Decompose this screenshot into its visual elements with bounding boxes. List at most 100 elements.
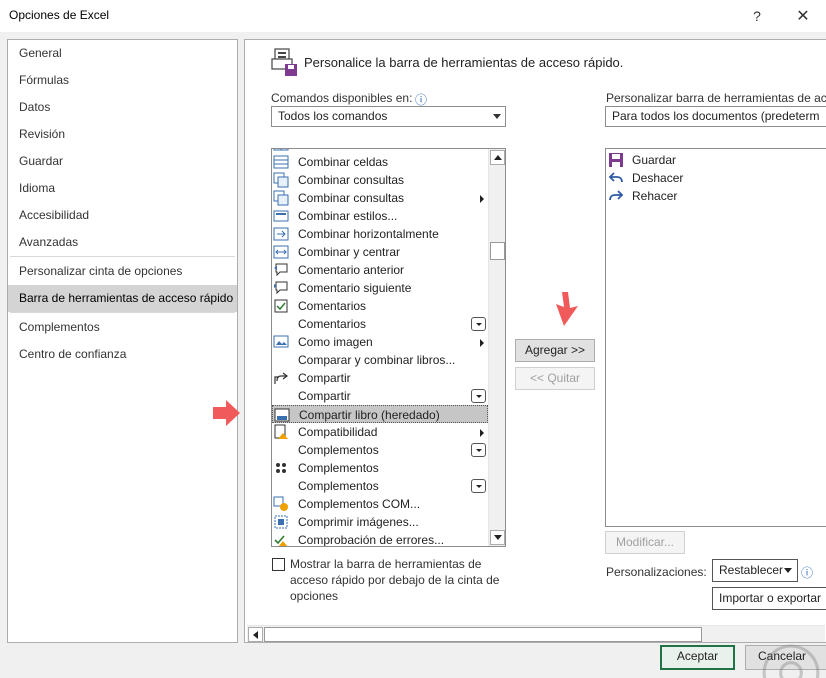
help-button[interactable]: ? bbox=[734, 0, 780, 31]
command-item[interactable]: Comentarios bbox=[272, 297, 488, 315]
chevron-down-icon bbox=[493, 114, 501, 119]
command-label: Combinar estilos... bbox=[298, 209, 398, 223]
customize-qat-select[interactable]: Para todos los documentos (predeterm bbox=[605, 106, 826, 127]
scroll-down-icon[interactable] bbox=[490, 530, 505, 545]
undo-icon bbox=[608, 172, 623, 183]
command-label: Compatibilidad bbox=[298, 425, 378, 439]
sidebar-item-5[interactable]: Idioma bbox=[8, 175, 237, 202]
scroll-up-icon[interactable] bbox=[490, 150, 505, 165]
add-button[interactable]: Agregar >> bbox=[515, 339, 595, 362]
qat-item[interactable]: Deshacer bbox=[606, 169, 806, 187]
commands-from-value: Todos los comandos bbox=[278, 109, 388, 123]
title-bar: Opciones de Excel ? ✕ bbox=[0, 0, 826, 32]
watermark-logo bbox=[762, 644, 820, 678]
sidebar-item-10[interactable]: Complementos bbox=[8, 314, 237, 341]
command-label: Comentarios bbox=[298, 317, 367, 331]
h-scroll-thumb[interactable] bbox=[264, 627, 702, 642]
sidebar-item-11[interactable]: Centro de confianza bbox=[8, 341, 237, 368]
ok-button[interactable]: Aceptar bbox=[660, 645, 735, 670]
merge-queries-icon bbox=[273, 172, 289, 188]
command-item[interactable]: Comparar y combinar libros... bbox=[272, 351, 488, 369]
command-item[interactable]: Complementos bbox=[272, 441, 488, 459]
command-item[interactable]: Combinar celdas bbox=[272, 153, 488, 171]
options-window: General Fórmulas Datos Revisión Guardar Idiom… bbox=[0, 32, 826, 678]
sidebar-item-9[interactable]: Barra de herramientas de acceso rápido bbox=[8, 285, 237, 312]
comments-icon bbox=[274, 299, 288, 313]
command-label: Comentario siguiente bbox=[298, 281, 412, 295]
close-button[interactable]: ✕ bbox=[780, 0, 826, 31]
customizations-label: Personalizaciones: bbox=[606, 565, 707, 579]
options-sidebar: General Fórmulas Datos Revisión Guardar Idiom… bbox=[7, 39, 238, 643]
command-label: Complementos bbox=[298, 443, 379, 457]
qat-items-list[interactable]: Guardar Deshacer Rehacer bbox=[605, 148, 826, 527]
com-addins-icon bbox=[273, 496, 288, 511]
dropdown-indicator-icon bbox=[471, 389, 486, 403]
command-item[interactable]: Complementos COM... bbox=[272, 495, 488, 513]
command-item[interactable]: Combinar y centrar bbox=[272, 243, 488, 261]
merge-cells-icon bbox=[273, 155, 289, 169]
remove-button[interactable]: << Quitar bbox=[515, 367, 595, 390]
merge-center-icon bbox=[273, 245, 289, 259]
customize-qat-icon bbox=[271, 48, 297, 76]
command-item[interactable]: Combinar estilos... bbox=[272, 207, 488, 225]
commands-from-select[interactable]: Todos los comandos bbox=[271, 106, 506, 127]
qat-panel: Personalice la barra de herramientas de … bbox=[244, 39, 826, 643]
merge-chars-icon bbox=[273, 149, 289, 151]
compatibility-icon bbox=[274, 424, 288, 439]
sidebar-item-2[interactable]: Datos bbox=[8, 94, 237, 121]
commands-from-label: Comandos disponibles en: bbox=[271, 91, 413, 105]
command-item[interactable]: Comprimir imágenes... bbox=[272, 513, 488, 531]
import-export-button[interactable]: Importar o exportar bbox=[712, 587, 826, 610]
merge-queries-icon bbox=[273, 190, 289, 206]
command-item[interactable]: Compatibilidad bbox=[272, 423, 488, 441]
sidebar-item-7[interactable]: Avanzadas bbox=[8, 229, 237, 256]
command-item[interactable]: Comentarios bbox=[272, 315, 488, 333]
qat-item[interactable]: Rehacer bbox=[606, 187, 806, 205]
addins-icon bbox=[276, 463, 286, 473]
commands-list[interactable]: Comprobación de errores... Comprimir imág… bbox=[271, 148, 506, 547]
command-item[interactable]: Compartir bbox=[272, 387, 488, 405]
command-label: Complementos COM... bbox=[298, 497, 421, 511]
command-label: Complementos bbox=[298, 461, 379, 475]
customize-qat-label: Personalizar barra de herramientas de ac bbox=[606, 91, 826, 105]
command-item[interactable]: Compartir libro (heredado) bbox=[272, 405, 488, 423]
show-below-label: Mostrar la barra de herramientas de acce… bbox=[290, 557, 500, 603]
horizontal-scrollbar[interactable] bbox=[247, 625, 825, 642]
sidebar-item-6[interactable]: Accesibilidad bbox=[8, 202, 237, 229]
sidebar-item-0[interactable]: General bbox=[8, 40, 237, 67]
sidebar-item-1[interactable]: Fórmulas bbox=[8, 67, 237, 94]
command-item[interactable]: Comentario siguiente bbox=[272, 279, 488, 297]
commands-scrollbar[interactable] bbox=[488, 149, 505, 546]
reset-button[interactable]: Restablecer bbox=[712, 559, 798, 582]
command-label: Combinar y centrar bbox=[298, 245, 401, 259]
show-below-checkbox[interactable] bbox=[272, 558, 285, 571]
chevron-down-icon bbox=[784, 568, 792, 573]
command-label: Combinar horizontalmente bbox=[298, 227, 439, 241]
command-item[interactable]: Comentario anterior bbox=[272, 261, 488, 279]
dropdown-indicator-icon bbox=[471, 443, 486, 457]
scroll-thumb[interactable] bbox=[490, 242, 505, 260]
command-item[interactable]: Combinar horizontalmente bbox=[272, 225, 488, 243]
modify-button[interactable]: Modificar... bbox=[605, 531, 685, 554]
command-item[interactable]: Complementos bbox=[272, 459, 488, 477]
dropdown-indicator-icon bbox=[471, 317, 486, 331]
qat-item-label: Deshacer bbox=[632, 171, 684, 185]
command-item[interactable]: Combinar consultas bbox=[272, 171, 488, 189]
command-label: Comentarios bbox=[298, 299, 367, 313]
command-label: Combinar consultas bbox=[298, 191, 405, 205]
command-item[interactable]: Combinar caracteres bbox=[272, 149, 488, 153]
sidebar-item-4[interactable]: Guardar bbox=[8, 148, 237, 175]
sidebar-item-3[interactable]: Revisión bbox=[8, 121, 237, 148]
command-item[interactable]: Combinar consultas bbox=[272, 189, 488, 207]
scroll-left-icon[interactable] bbox=[248, 627, 263, 642]
sidebar-divider bbox=[10, 312, 235, 313]
command-item[interactable]: Como imagen bbox=[272, 333, 488, 351]
command-label: Comentario anterior bbox=[298, 263, 405, 277]
command-item[interactable]: Compartir bbox=[272, 369, 488, 387]
command-item[interactable]: Comprobación de errores... bbox=[272, 531, 488, 546]
command-item[interactable]: Complementos bbox=[272, 477, 488, 495]
qat-item[interactable]: Guardar bbox=[606, 151, 806, 169]
sidebar-item-8[interactable]: Personalizar cinta de opciones bbox=[8, 258, 237, 285]
redo-icon bbox=[609, 190, 624, 201]
dropdown-indicator-icon bbox=[471, 479, 486, 493]
